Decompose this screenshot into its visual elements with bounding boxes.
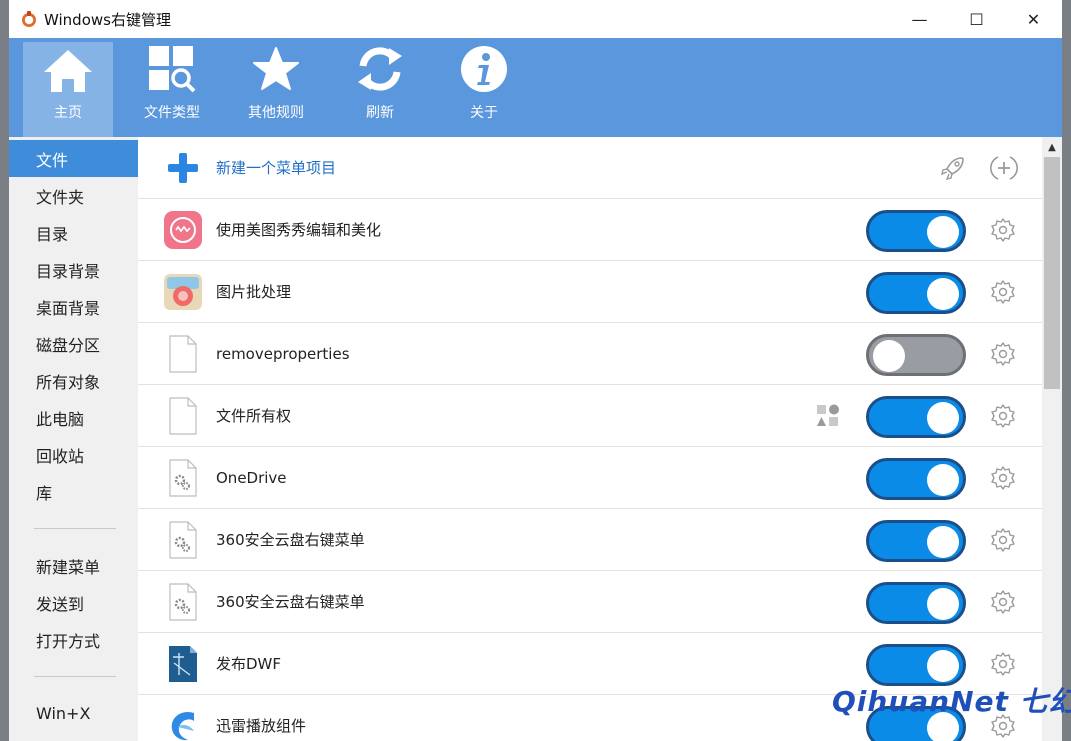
menu-item-label: 360安全云盘右键菜单: [216, 531, 365, 549]
info-icon: [461, 46, 507, 92]
menu-item-toggle[interactable]: [866, 396, 966, 438]
menu-item-row: 文件所有权: [138, 385, 1042, 447]
sidebar: 文件 文件夹 目录 目录背景 桌面背景 磁盘分区 所有对象 此电脑 回收站 库 …: [9, 137, 138, 741]
menu-item-label: 图片批处理: [216, 283, 292, 301]
menu-item-label: 360安全云盘右键菜单: [216, 593, 365, 611]
shapes-icon[interactable]: [816, 404, 840, 428]
add-item-icon[interactable]: [990, 154, 1018, 182]
sidebar-item-file[interactable]: 文件: [9, 140, 138, 177]
tab-home[interactable]: 主页: [23, 42, 113, 137]
sidebar-item-directory-background[interactable]: 目录背景: [9, 251, 138, 288]
menu-item-label: 迅雷播放组件: [216, 717, 307, 735]
sidebar-item-desktop-background[interactable]: 桌面背景: [9, 288, 138, 325]
gear-icon[interactable]: [990, 589, 1016, 615]
watermark-text: QihuanNet 七幻: [832, 685, 1071, 718]
tab-label: 主页: [54, 105, 82, 121]
sidebar-item-library[interactable]: 库: [9, 473, 138, 510]
dwf-icon: [169, 645, 197, 682]
menu-item-row: 360安全云盘右键菜单: [138, 509, 1042, 571]
menu-item-row: 使用美图秀秀编辑和美化: [138, 199, 1042, 261]
menu-item-label: 文件所有权: [216, 407, 292, 425]
new-menu-item-label[interactable]: 新建一个菜单项目: [216, 157, 336, 178]
sidebar-divider: [34, 528, 116, 529]
app-logo-icon: [22, 11, 36, 27]
menu-item-row: removeproperties: [138, 323, 1042, 385]
sidebar-item-directory[interactable]: 目录: [9, 214, 138, 251]
tab-label: 刷新: [366, 105, 394, 121]
sidebar-item-folder[interactable]: 文件夹: [9, 177, 138, 214]
sidebar-divider: [34, 676, 116, 677]
settings-file-icon: [169, 582, 197, 621]
file-types-icon: [149, 46, 196, 93]
plus-icon: [168, 152, 198, 183]
gear-icon[interactable]: [990, 403, 1016, 429]
gear-icon[interactable]: [990, 651, 1016, 677]
scroll-up-icon[interactable]: ▲: [1042, 137, 1062, 157]
sidebar-item-send-to[interactable]: 发送到: [9, 584, 138, 621]
menu-item-label: removeproperties: [216, 344, 350, 363]
settings-file-icon: [169, 520, 197, 559]
gear-icon[interactable]: [990, 527, 1016, 553]
sidebar-item-win-x[interactable]: Win+X: [9, 695, 138, 732]
menu-item-row: OneDrive: [138, 447, 1042, 509]
tab-label: 关于: [470, 105, 498, 121]
blank-file-icon: [169, 334, 197, 373]
sidebar-item-this-pc[interactable]: 此电脑: [9, 399, 138, 436]
menu-item-label: 发布DWF: [216, 655, 282, 673]
tab-file-types[interactable]: 文件类型: [127, 38, 217, 134]
window-title: Windows右键管理: [44, 10, 171, 29]
menu-item-row: 图片批处理: [138, 261, 1042, 323]
menu-item-toggle[interactable]: [866, 334, 966, 376]
menu-item-label: 使用美图秀秀编辑和美化: [216, 221, 382, 239]
menu-item-row: 360安全云盘右键菜单: [138, 571, 1042, 633]
sidebar-item-disk-partition[interactable]: 磁盘分区: [9, 325, 138, 362]
maximize-button[interactable]: ☐: [948, 0, 1005, 38]
gear-icon[interactable]: [990, 217, 1016, 243]
menu-item-label: OneDrive: [216, 468, 287, 487]
menu-item-list-panel: 新建一个菜单项目 使用美图秀秀编辑和美化 图片批处理 removepropert…: [138, 137, 1062, 741]
tab-about[interactable]: 关于: [439, 38, 529, 134]
tab-label: 其他规则: [248, 105, 304, 121]
scroll-thumb[interactable]: [1044, 157, 1060, 389]
main-toolbar: 主页 文件类型 其他规则 刷新 关于: [9, 38, 1062, 137]
menu-item-toggle[interactable]: [866, 520, 966, 562]
tab-refresh[interactable]: 刷新: [335, 38, 425, 134]
new-menu-item-row[interactable]: 新建一个菜单项目: [138, 137, 1042, 199]
settings-file-icon: [169, 458, 197, 497]
menu-item-toggle[interactable]: [866, 458, 966, 500]
blank-file-icon: [169, 396, 197, 435]
title-bar: Windows右键管理 — ☐ ✕: [9, 0, 1062, 38]
refresh-icon: [358, 47, 402, 91]
menu-item-toggle[interactable]: [866, 272, 966, 314]
menu-item-toggle[interactable]: [866, 210, 966, 252]
gear-icon[interactable]: [990, 341, 1016, 367]
sidebar-item-open-with[interactable]: 打开方式: [9, 621, 138, 658]
minimize-button[interactable]: —: [891, 0, 948, 38]
star-icon: [253, 47, 299, 90]
close-button[interactable]: ✕: [1005, 0, 1062, 38]
vertical-scrollbar[interactable]: ▲: [1042, 137, 1062, 741]
meitu-icon: [164, 210, 202, 249]
sidebar-item-all-objects[interactable]: 所有对象: [9, 362, 138, 399]
menu-item-toggle[interactable]: [866, 582, 966, 624]
xunlei-icon: [171, 711, 194, 740]
tab-other-rules[interactable]: 其他规则: [231, 38, 321, 134]
gear-icon[interactable]: [990, 279, 1016, 305]
sidebar-item-new-menu[interactable]: 新建菜单: [9, 547, 138, 584]
image-batch-icon: [164, 273, 202, 310]
home-icon: [44, 50, 92, 92]
gear-icon[interactable]: [990, 465, 1016, 491]
sidebar-item-recycle-bin[interactable]: 回收站: [9, 436, 138, 473]
app-window: Windows右键管理 — ☐ ✕ 主页 文件类型 其他规则 刷新 关于 文件 …: [9, 0, 1062, 741]
tab-label: 文件类型: [144, 105, 200, 121]
rocket-icon[interactable]: [938, 153, 968, 183]
